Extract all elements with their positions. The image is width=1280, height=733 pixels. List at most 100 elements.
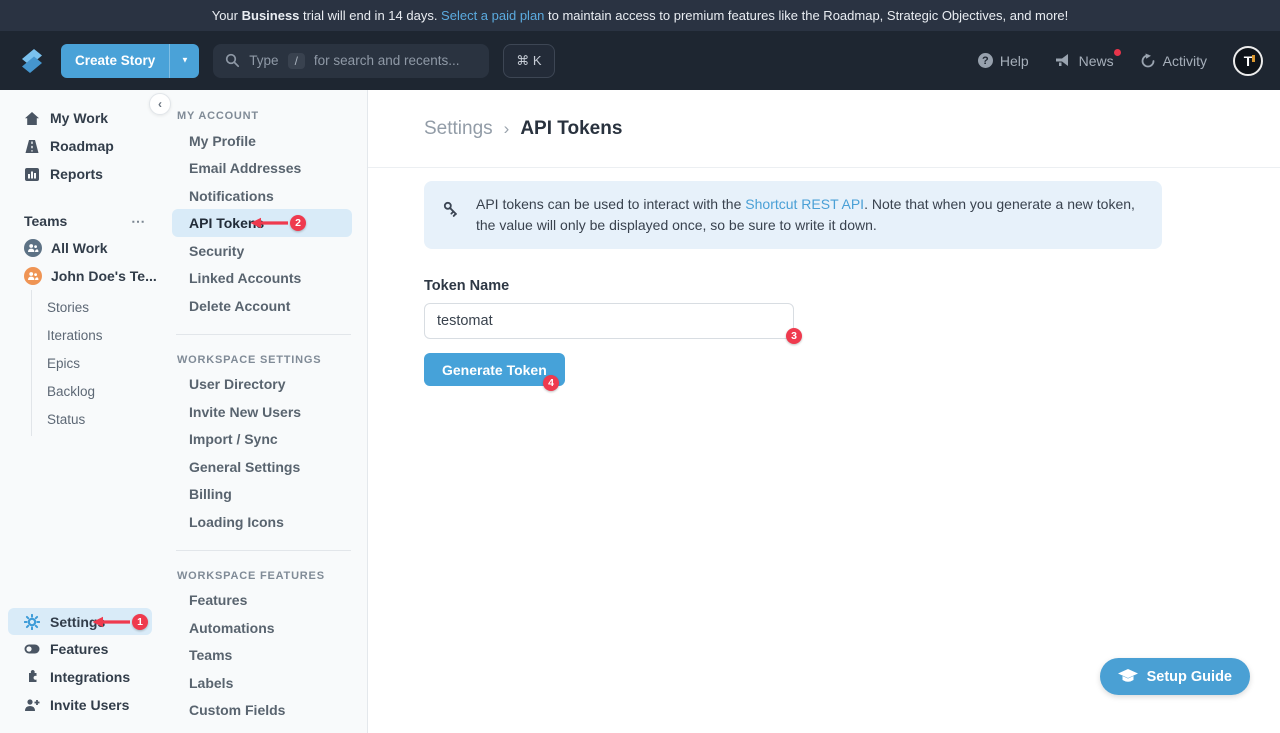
house-icon [24, 111, 40, 126]
sidebar-bottom-group: Settings 1 Features Integrations Invite … [0, 608, 160, 719]
sidebar-item-label[interactable]: Roadmap [50, 138, 114, 154]
search-type-text: Type [249, 53, 278, 68]
select-paid-plan-link[interactable]: Select a paid plan [441, 8, 544, 23]
banner-text: trial will end in 14 days. [299, 8, 441, 23]
create-story-caret-icon[interactable] [169, 44, 199, 78]
sidebar-item-invite-users[interactable]: Invite Users [0, 691, 160, 719]
settings-nav-api-tokens-active[interactable]: API Tokens 2 [160, 210, 367, 238]
settings-nav-my-profile[interactable]: My Profile [160, 127, 367, 155]
avatar-accent-mark [1252, 55, 1255, 62]
settings-nav-email-addresses[interactable]: Email Addresses [160, 155, 367, 183]
keyboard-shortcut-button[interactable]: ⌘ K [503, 44, 554, 78]
settings-nav-api-tokens-pill[interactable]: API Tokens 2 [172, 209, 352, 237]
annotation-arrow-icon [250, 217, 290, 229]
sidebar-item-john-does-team[interactable]: John Doe's Te... [0, 262, 160, 290]
shortcut-rest-api-link[interactable]: Shortcut REST API [745, 196, 864, 212]
annotation-step-4: 4 [543, 375, 559, 391]
team-avatar [24, 239, 42, 257]
sidebar-item-label[interactable]: Invite Users [50, 697, 129, 713]
graduation-cap-icon [1118, 669, 1138, 685]
settings-nav-teams[interactable]: Teams [160, 642, 367, 670]
help-label[interactable]: Help [1000, 53, 1029, 69]
search-placeholder: for search and recents... [314, 53, 460, 68]
user-avatar[interactable]: T [1233, 46, 1263, 76]
team-sub-nav: Stories Iterations Epics Backlog Status [31, 290, 160, 436]
sidebar-item-all-work[interactable]: All Work [0, 234, 160, 262]
teams-section-header: Teams [0, 208, 160, 234]
puzzle-icon [24, 669, 40, 685]
page-title: API Tokens [520, 118, 622, 140]
page-body: My Work Roadmap Reports Teams All Work J… [0, 90, 1280, 733]
sidebar-item-epics[interactable]: Epics [32, 349, 160, 377]
road-icon [24, 139, 40, 154]
news-label[interactable]: News [1079, 53, 1114, 69]
help-button[interactable]: Help [978, 53, 1029, 69]
info-banner: API tokens can be used to interact with … [424, 181, 1162, 249]
sidebar-item-label[interactable]: Features [50, 641, 108, 657]
annotation-step-2: 2 [250, 215, 306, 231]
settings-nav-user-directory[interactable]: User Directory [160, 371, 367, 399]
settings-nav-automations[interactable]: Automations [160, 614, 367, 642]
search-icon [225, 53, 240, 68]
bar-chart-icon [24, 167, 40, 182]
people-icon [27, 243, 39, 253]
sidebar-item-stories[interactable]: Stories [32, 293, 160, 321]
settings-nav-notifications[interactable]: Notifications [160, 182, 367, 210]
settings-nav-billing[interactable]: Billing [160, 481, 367, 509]
sidebar-item-my-work[interactable]: My Work [0, 104, 160, 132]
trial-banner: Your Business trial will end in 14 days.… [0, 0, 1280, 31]
collapse-sidebar-button[interactable] [149, 93, 171, 115]
header-actions: Help News Activity T [978, 46, 1263, 76]
settings-nav-import-sync[interactable]: Import / Sync [160, 426, 367, 454]
settings-nav-invite-new-users[interactable]: Invite New Users [160, 398, 367, 426]
info-text-part: API tokens can be used to interact with … [476, 196, 745, 212]
news-button[interactable]: News [1055, 53, 1114, 69]
sidebar-item-features[interactable]: Features [0, 635, 160, 663]
nav-section-title: WORKSPACE FEATURES [160, 565, 367, 587]
sidebar-item-label[interactable]: All Work [51, 240, 108, 256]
team-avatar [24, 267, 42, 285]
token-name-field-wrap: 3 [424, 303, 794, 339]
sidebar-item-integrations[interactable]: Integrations [0, 663, 160, 691]
sidebar-item-label[interactable]: My Work [50, 110, 108, 126]
breadcrumb-settings-link[interactable]: Settings [424, 118, 493, 140]
annotation-arrow-icon [92, 616, 132, 628]
settings-nav-sidebar: MY ACCOUNT My Profile Email Addresses No… [160, 90, 368, 733]
setup-guide-label[interactable]: Setup Guide [1147, 669, 1232, 685]
annotation-badge: 1 [132, 614, 148, 630]
create-story-label[interactable]: Create Story [61, 44, 169, 78]
sidebar-item-label[interactable]: John Doe's Te... [51, 268, 157, 284]
toggle-icon [24, 644, 40, 654]
settings-nav-security[interactable]: Security [160, 237, 367, 265]
shortcut-logo-icon[interactable] [17, 46, 47, 76]
sidebar-item-backlog[interactable]: Backlog [32, 377, 160, 405]
token-name-input[interactable] [424, 303, 794, 339]
breadcrumb: Settings › API Tokens [368, 90, 1280, 168]
sidebar-item-iterations[interactable]: Iterations [32, 321, 160, 349]
settings-nav-loading-icons[interactable]: Loading Icons [160, 508, 367, 536]
teams-header-label: Teams [24, 213, 67, 229]
settings-nav-features[interactable]: Features [160, 587, 367, 615]
sidebar-item-settings[interactable]: Settings 1 [8, 608, 152, 635]
sidebar-item-roadmap[interactable]: Roadmap [0, 132, 160, 160]
key-icon [441, 199, 461, 224]
settings-nav-linked-accounts[interactable]: Linked Accounts [160, 265, 367, 293]
settings-nav-custom-fields[interactable]: Custom Fields [160, 697, 367, 725]
activity-label[interactable]: Activity [1163, 53, 1207, 69]
setup-guide-button[interactable]: Setup Guide [1100, 658, 1250, 695]
create-story-button[interactable]: Create Story [61, 44, 199, 78]
app-header: Create Story Type / for search and recen… [0, 31, 1280, 90]
settings-nav-delete-account[interactable]: Delete Account [160, 292, 367, 320]
sidebar-item-label[interactable]: Integrations [50, 669, 130, 685]
settings-nav-general-settings[interactable]: General Settings [160, 453, 367, 481]
generate-token-wrap: Generate Token 4 [424, 353, 565, 386]
teams-menu-icon[interactable] [131, 213, 146, 230]
sidebar-item-status[interactable]: Status [32, 405, 160, 433]
settings-nav-labels[interactable]: Labels [160, 669, 367, 697]
token-name-label: Token Name [424, 278, 1280, 294]
sidebar-item-label[interactable]: Reports [50, 166, 103, 182]
gear-icon [24, 614, 40, 630]
activity-button[interactable]: Activity [1140, 53, 1207, 69]
sidebar-item-reports[interactable]: Reports [0, 160, 160, 188]
search-input[interactable]: Type / for search and recents... [213, 44, 489, 78]
